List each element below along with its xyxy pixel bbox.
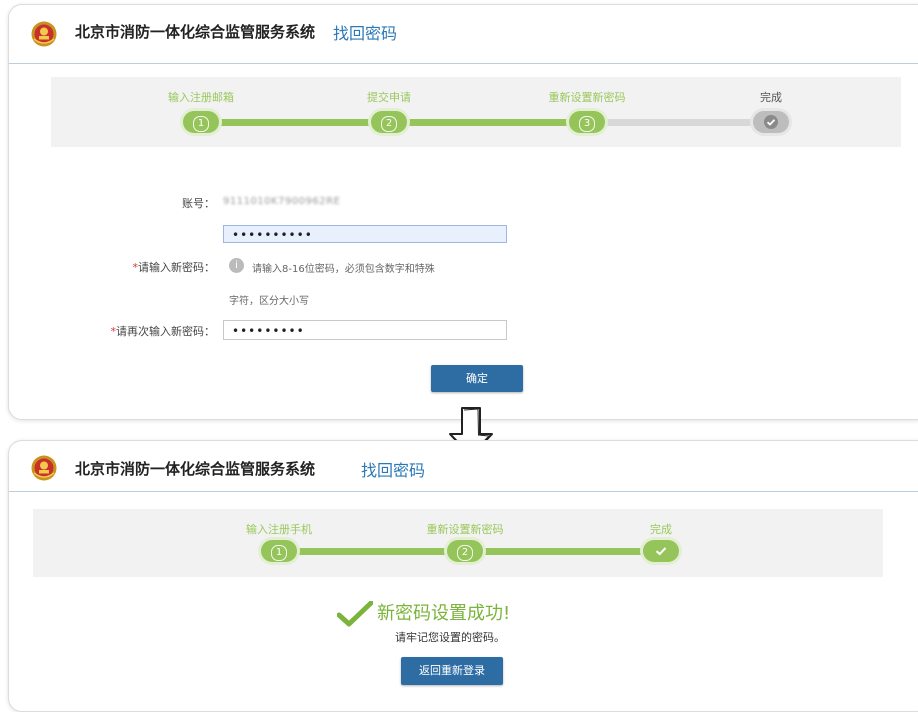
success-message: 新密码设置成功! [377, 603, 511, 624]
new-password-label: *请输入新密码： [132, 261, 216, 274]
system-title-2: 北京市消防一体化综合监管服务系统 [75, 460, 316, 478]
step-label-3: 完成 [650, 523, 672, 536]
confirm-password-label: *请再次输入新密码： [110, 325, 216, 338]
step-label-2: 重新设置新密码 [426, 523, 504, 536]
page-header-2: 北京市消防一体化综合监管服务系统 找回密码 [9, 441, 918, 492]
page-subtitle: 找回密码 [333, 24, 398, 43]
page-subtitle-2: 找回密码 [361, 461, 426, 480]
fire-service-emblem-icon [31, 21, 57, 47]
progress-bar-pending [587, 119, 771, 126]
info-icon: i [229, 258, 244, 273]
password-hint-line2: 字符，区分大小写 [229, 296, 309, 307]
step-circle-3 [643, 540, 679, 562]
remember-message: 请牢记您设置的密码。 [395, 631, 505, 644]
reset-password-panel: 北京市消防一体化综合监管服务系统 找回密码 输入注册邮箱 提交申请 重新设置新密… [8, 4, 918, 420]
progress-steps: 输入注册邮箱 提交申请 重新设置新密码 完成 1 2 3 [51, 77, 901, 147]
checkmark-icon [655, 547, 667, 556]
password-hint-line1: 请输入8-16位密码，必须包含数字和特殊 [252, 264, 435, 275]
new-password-input[interactable]: •••••••••• [223, 225, 507, 243]
step-label-4: 完成 [760, 91, 782, 104]
step-label-1: 输入注册手机 [246, 523, 312, 536]
account-value: 9111010K7900962RE [223, 196, 341, 207]
step-label-3: 重新设置新密码 [548, 91, 626, 104]
checkmark-icon [764, 115, 778, 129]
step-circle-1: 1 [183, 111, 219, 133]
step-label-1: 输入注册邮箱 [168, 91, 234, 104]
step-circle-2: 2 [447, 540, 483, 562]
progress-steps-2: 输入注册手机 重新设置新密码 完成 1 2 [33, 509, 883, 577]
account-label: 账号： [182, 197, 215, 210]
confirm-button[interactable]: 确定 [431, 365, 523, 392]
step-circle-3: 3 [569, 111, 605, 133]
step-label-2: 提交申请 [367, 91, 411, 104]
fire-service-emblem-icon [31, 455, 57, 481]
reset-success-panel: 北京市消防一体化综合监管服务系统 找回密码 输入注册手机 重新设置新密码 完成 … [8, 440, 918, 712]
step-circle-2: 2 [371, 111, 407, 133]
step-circle-4 [753, 111, 789, 133]
confirm-password-input[interactable]: ••••••••• [223, 320, 507, 340]
system-title: 北京市消防一体化综合监管服务系统 [75, 23, 316, 41]
page-header: 北京市消防一体化综合监管服务系统 找回密码 [9, 5, 918, 64]
step-circle-1: 1 [261, 540, 297, 562]
success-check-icon [337, 601, 373, 627]
return-login-button[interactable]: 返回重新登录 [401, 657, 503, 685]
